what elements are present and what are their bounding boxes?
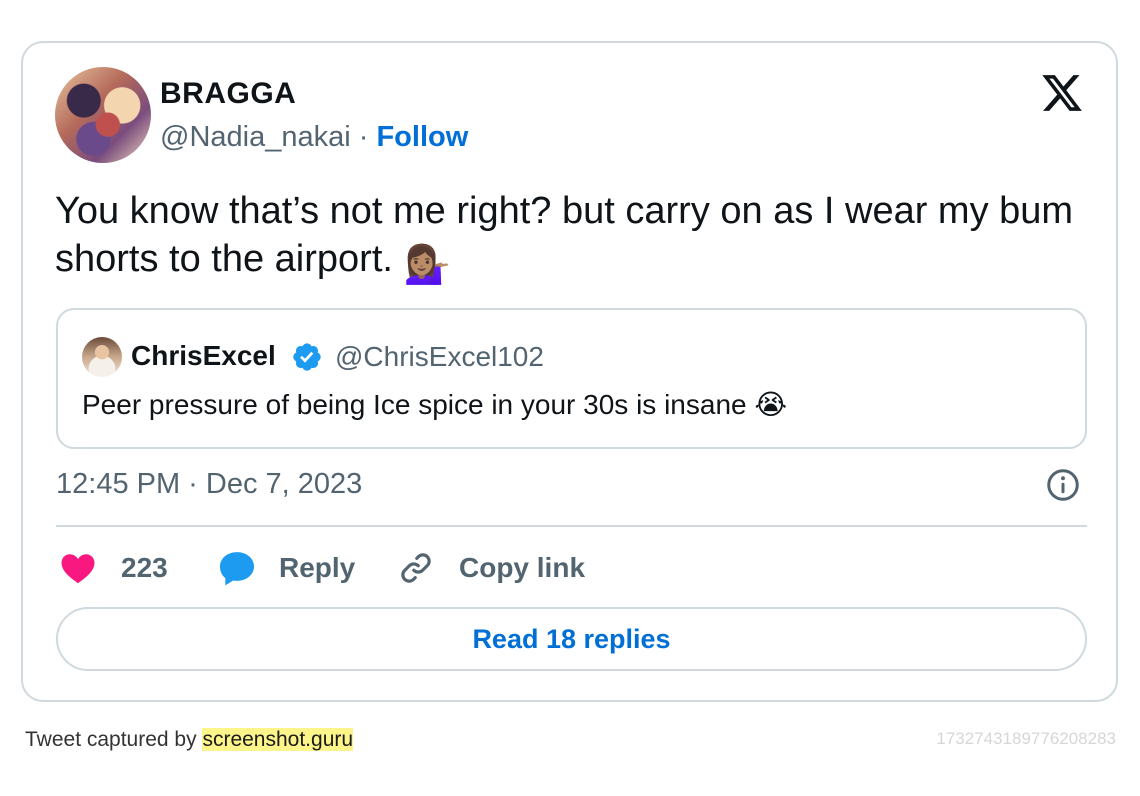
- reply-button[interactable]: Reply: [217, 548, 355, 588]
- quoted-tweet[interactable]: ChrisExcel @ChrisExcel102 Peer pressure …: [56, 308, 1087, 449]
- author-handle-row: @Nadia_nakai · Follow: [160, 121, 468, 154]
- crying-face-emoji: 😭: [754, 389, 788, 420]
- handle-separator: ·: [358, 121, 369, 153]
- quoted-author-name: ChrisExcel: [131, 340, 276, 371]
- heart-icon: [61, 554, 95, 584]
- info-icon[interactable]: [1045, 467, 1081, 503]
- quoted-author-handle: @ChrisExcel102: [335, 341, 544, 372]
- author-handle[interactable]: @Nadia_nakai: [160, 121, 351, 153]
- reply-label: Reply: [279, 552, 356, 583]
- screenshot-guru-link[interactable]: screenshot.guru: [202, 728, 354, 751]
- tweet-body: You know that’s not me right? but carry …: [55, 190, 1074, 280]
- quoted-tweet-text: Peer pressure of being Ice spice in your…: [82, 388, 787, 421]
- person-tipping-hand-emoji: 💁🏽‍♀️: [403, 244, 451, 286]
- tweet-text: You know that’s not me right? but carry …: [55, 187, 1075, 289]
- quoted-author-avatar: [82, 337, 122, 377]
- capture-credit-text: Tweet captured by: [25, 728, 197, 751]
- divider: [56, 525, 1087, 527]
- tweet-id: 1732743189776208283: [936, 729, 1116, 748]
- author-display-name[interactable]: BRAGGA: [160, 77, 296, 111]
- x-logo-icon[interactable]: [1040, 71, 1084, 115]
- link-icon: [401, 553, 431, 583]
- copy-link-label: Copy link: [459, 552, 586, 583]
- like-button[interactable]: 223: [59, 548, 168, 588]
- follow-link[interactable]: Follow: [376, 121, 468, 153]
- author-avatar[interactable]: [55, 67, 151, 163]
- quoted-tweet-body: Peer pressure of being Ice spice in your…: [82, 389, 747, 420]
- copy-link-button[interactable]: Copy link: [397, 548, 585, 588]
- tweet-timestamp[interactable]: 12:45 PM · Dec 7, 2023: [56, 468, 362, 501]
- verified-badge-icon: [293, 343, 321, 371]
- like-count: 223: [121, 552, 168, 583]
- read-replies-button[interactable]: Read 18 replies: [56, 607, 1087, 671]
- capture-credit: Tweet captured by screenshot.guru: [25, 728, 354, 752]
- speech-bubble-icon: [220, 552, 254, 586]
- tweet-card: BRAGGA @Nadia_nakai · Follow You know th…: [21, 41, 1118, 702]
